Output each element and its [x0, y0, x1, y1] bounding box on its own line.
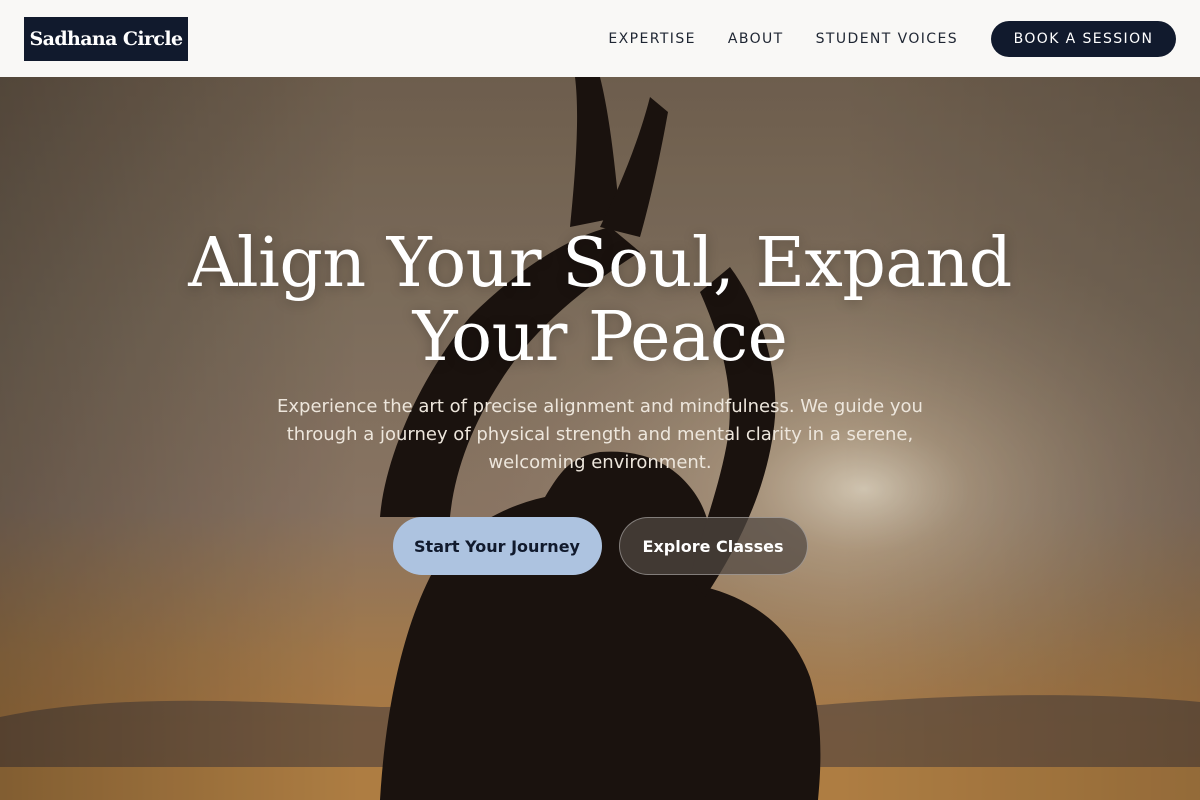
hero-subtitle: Experience the art of precise alignment …	[277, 396, 923, 473]
book-session-button[interactable]: BOOK A SESSION	[991, 20, 1176, 57]
nav-link-expertise[interactable]: EXPERTISE	[608, 31, 695, 47]
main-nav: EXPERTISE ABOUT STUDENT VOICES BOOK A SE…	[608, 20, 1176, 57]
site-header: Sadhana Circle EXPERTISE ABOUT STUDENT V…	[0, 0, 1200, 77]
hero-section: Align Your Soul, Expand Your Peace Exper…	[0, 77, 1200, 800]
nav-link-about[interactable]: ABOUT	[728, 31, 784, 47]
hero-cta-group: Start Your Journey Explore Classes	[0, 517, 1200, 575]
nav-link-student-voices[interactable]: STUDENT VOICES	[816, 31, 958, 47]
hero-content: Align Your Soul, Expand Your Peace Exper…	[0, 77, 1200, 800]
brand-logo[interactable]: Sadhana Circle	[24, 16, 188, 61]
hero-title: Align Your Soul, Expand Your Peace	[188, 224, 1012, 377]
explore-classes-button[interactable]: Explore Classes	[618, 517, 808, 575]
start-journey-button[interactable]: Start Your Journey	[392, 517, 602, 575]
